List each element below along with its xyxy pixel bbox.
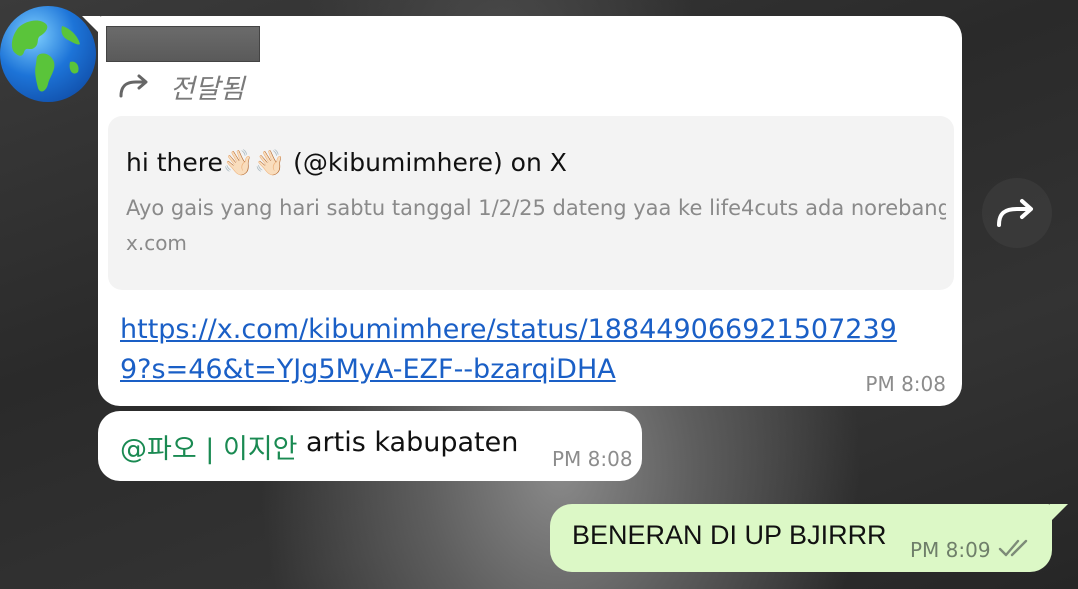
link-preview-domain: x.com	[126, 231, 187, 255]
message-timestamp: PM 8:08	[865, 372, 946, 396]
forwarded-label: 전달됨	[170, 73, 245, 105]
link-preview-description: Ayo gais yang hari sabtu tanggal 1/2/25 …	[126, 196, 946, 220]
message-timestamp: PM 8:08	[552, 447, 633, 471]
bubble-tail	[1050, 504, 1068, 522]
share-forward-button[interactable]	[982, 178, 1052, 248]
link-preview-card[interactable]: hi there👋🏻👋🏻 (@kibumimhere) on X Ayo gai…	[108, 116, 954, 290]
forwarded-indicator: 전달됨	[118, 66, 245, 106]
sender-name-redacted	[106, 26, 260, 62]
incoming-message-bubble[interactable]: @파오 | 이지안 artis kabupaten PM 8:08	[98, 411, 642, 481]
forward-arrow-icon	[119, 74, 148, 98]
message-timestamp: PM 8:09	[910, 538, 991, 562]
message-text: artis kabupaten	[306, 427, 519, 458]
message-link[interactable]: https://x.com/kibumimhere/status/1884490…	[120, 310, 920, 390]
user-mention[interactable]: @파오 | 이지안	[120, 427, 297, 466]
link-preview-title: hi there👋🏻👋🏻 (@kibumimhere) on X	[126, 148, 567, 177]
message-text: BENERAN DI UP BJIRRR	[572, 520, 887, 550]
outgoing-message-bubble[interactable]: BENERAN DI UP BJIRRR PM 8:09	[550, 504, 1052, 572]
forwarded-message-bubble[interactable]: 전달됨 hi there👋🏻👋🏻 (@kibumimhere) on X Ayo…	[98, 16, 962, 406]
share-forward-icon	[997, 199, 1033, 227]
double-check-icon	[998, 539, 1028, 557]
